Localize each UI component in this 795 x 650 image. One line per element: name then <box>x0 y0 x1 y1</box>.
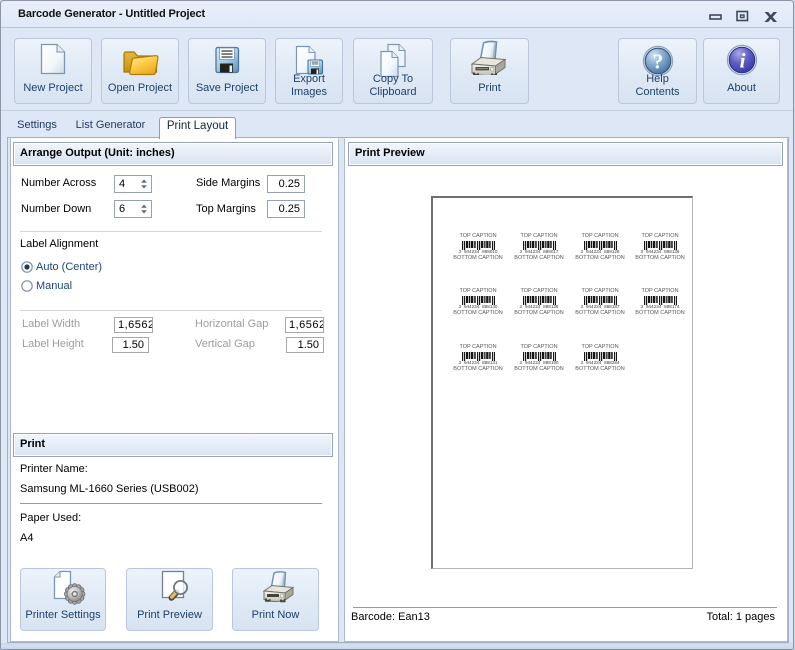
svg-text:i: i <box>739 49 745 73</box>
svg-text:?: ? <box>652 50 663 74</box>
